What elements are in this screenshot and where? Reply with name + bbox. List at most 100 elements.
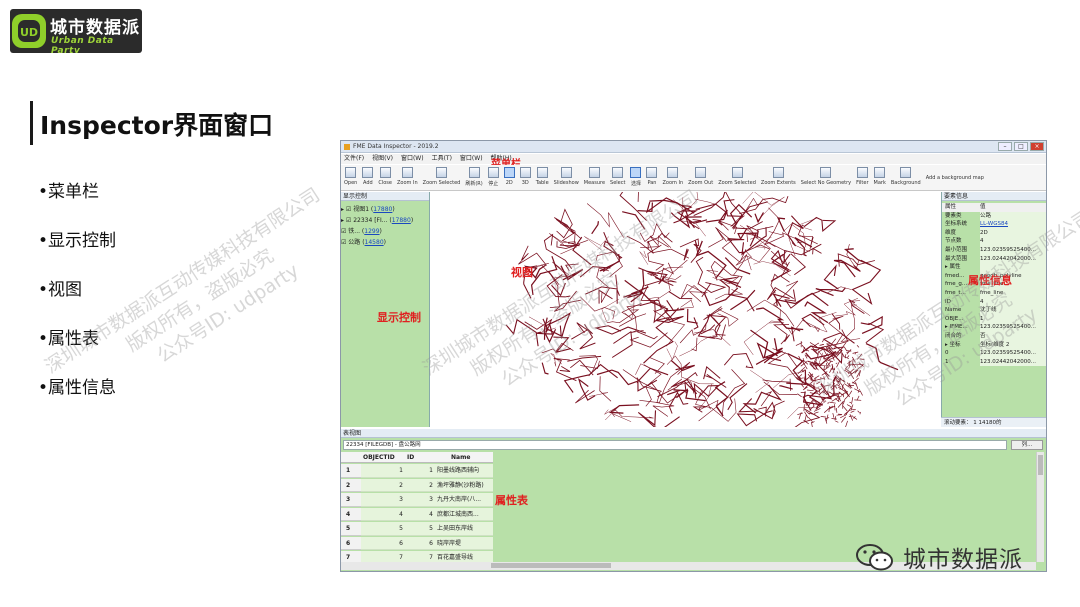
window-title: FME Data Inspector - 2019.2	[353, 143, 439, 150]
tool-select-no-geometry[interactable]: Select No Geometry	[801, 165, 851, 186]
tool-zoom-selected-2[interactable]: Zoom Selected	[718, 165, 756, 186]
col-objectid[interactable]: OBJECTID	[363, 452, 395, 463]
bullet-attr-table: •属性表	[38, 329, 100, 349]
tool-background[interactable]: Background	[891, 165, 921, 186]
tool-mark[interactable]: Mark	[874, 165, 886, 186]
table-view-title: 表视图	[341, 429, 1046, 438]
label-display-control: 显示控制	[377, 311, 421, 324]
tool-add-background-map[interactable]: Add a background map	[926, 165, 984, 181]
feature-info-row[interactable]: ID 4	[942, 297, 1046, 307]
table-row[interactable]: 1 1 1 阳墨线路西辅向	[341, 464, 493, 478]
close-button[interactable]: ×	[1030, 142, 1044, 151]
brand-logo: UD 城市数据派 Urban Data Party	[10, 9, 142, 53]
feature-info-row[interactable]: fme_t... fme_line	[942, 288, 1046, 298]
table-row[interactable]: 3 3 3 九丹大南岸(八...	[341, 493, 493, 507]
map-view[interactable]: 视图	[431, 164, 940, 433]
maximize-button[interactable]: □	[1014, 142, 1028, 151]
logo-tagline: Urban Data Party	[51, 36, 114, 53]
feature-info-row[interactable]: ▸ 坐标 坐标(维度 2	[942, 340, 1046, 350]
feature-info-row[interactable]: 维度 2D	[942, 228, 1046, 238]
tool-add[interactable]: Add	[362, 165, 374, 186]
tree-node-rail[interactable]: ☑ 铁... (1299)	[341, 226, 430, 237]
road-lines	[505, 164, 899, 433]
tool-zoom-extents[interactable]: Zoom Extents	[761, 165, 796, 186]
tool-select-cn[interactable]: 选择	[630, 165, 642, 187]
toolbar: Open Add Close Zoom In Zoom Selected 刷新(…	[341, 165, 1046, 191]
fme-inspector-window: FME Data Inspector - 2019.2 – □ × 文件(F) …	[340, 140, 1047, 572]
minimize-button[interactable]: –	[998, 142, 1012, 151]
columns-button[interactable]: 列...	[1011, 440, 1043, 450]
app-icon	[344, 144, 350, 150]
feature-scroll-status: 滚动要素： 1 14180的	[941, 417, 1046, 427]
tool-pan[interactable]: Pan	[646, 165, 658, 186]
layer-tree: ▸ ☑ 视图1 (17880) ▸ ☑ 22334 [FI... (17880)…	[341, 204, 430, 248]
tool-3d[interactable]: 3D	[519, 165, 531, 186]
tool-zoom-in[interactable]: Zoom In	[397, 165, 418, 186]
tool-slideshow[interactable]: Slideshow	[554, 165, 579, 186]
menu-view[interactable]: 视图(V)	[372, 154, 393, 164]
tool-open[interactable]: Open	[344, 165, 357, 186]
tree-node-view[interactable]: ▸ ☑ 视图1 (17880)	[341, 204, 430, 215]
feature-info-header: 属性值	[942, 203, 1046, 212]
feature-info-row[interactable]: OBJE... 1	[942, 314, 1046, 324]
feature-info-row[interactable]: 坐标系统 LL-WGS84	[942, 220, 1046, 229]
slide: UD 城市数据派 Urban Data Party Inspector界面窗口 …	[0, 0, 1080, 607]
feature-info-row[interactable]: 节点数 4	[942, 237, 1046, 246]
tool-zoom-out[interactable]: Zoom Out	[688, 165, 713, 186]
feature-info-row[interactable]: ▸ IFME... 123.02359525400...	[942, 323, 1046, 332]
feature-info-row[interactable]: 闭合的否	[942, 331, 1046, 341]
tool-zoom-selected[interactable]: Zoom Selected	[423, 165, 460, 186]
bullet-view: •视图	[38, 280, 83, 300]
col-name[interactable]: Name	[451, 452, 470, 463]
feature-info-row[interactable]: 0 123.02359525400...	[942, 349, 1046, 358]
tree-node-dataset[interactable]: ▸ ☑ 22334 [FI... (17880)	[341, 215, 430, 226]
road-network-map	[505, 164, 899, 433]
tool-filter[interactable]: Filter	[856, 165, 869, 186]
menu-bar: 文件(F) 视图(V) 窗口(W) 工具(T) 窗口(W) 帮助(H)	[341, 154, 1046, 164]
tool-zoom-in-2[interactable]: Zoom In	[662, 165, 683, 186]
dataset-select[interactable]: 22334 [FILEGDB] - 盘公路网	[343, 440, 1007, 450]
label-attr-info: 属性信息	[968, 274, 1012, 287]
menu-window-2[interactable]: 窗口(W)	[460, 154, 483, 164]
grid-vertical-scrollbar[interactable]	[1036, 452, 1044, 562]
bullet-list: •菜单栏 •显示控制 •视图 •属性表 •属性信息	[38, 178, 116, 423]
logo-name: 城市数据派	[50, 18, 140, 38]
tool-stop[interactable]: 停止	[487, 165, 499, 187]
col-id[interactable]: ID	[407, 452, 414, 463]
feature-info-panel: 要素信息 属性值 要素类 公路 坐标系统 LL-WGS84 维度 2D 节点数 4 最小范围 12…	[941, 192, 1046, 427]
tool-measure[interactable]: Measure	[584, 165, 605, 186]
wechat-icon	[856, 544, 893, 571]
bullet-menubar: •菜单栏	[38, 182, 100, 202]
tool-2d[interactable]: 2D	[503, 165, 515, 186]
slide-title: Inspector界面窗口	[40, 111, 274, 140]
table-row[interactable]: 6 6 6 晓岸岸堤	[341, 536, 493, 550]
menu-window[interactable]: 窗口(W)	[401, 154, 424, 164]
table-row[interactable]: 5 5 5 上吴田东岸线	[341, 522, 493, 536]
tool-close[interactable]: Close	[378, 165, 392, 186]
feature-info-row[interactable]: 1 123.02442042000...	[942, 357, 1046, 367]
feature-info-title: 要素信息	[942, 192, 1046, 201]
wechat-brand: 城市数据派	[855, 540, 1023, 574]
feature-info-row[interactable]: 要素类 公路	[942, 211, 1046, 221]
feature-info-row[interactable]: 最小范围 123.02359525400...	[942, 245, 1046, 255]
tool-table[interactable]: Table	[536, 165, 549, 186]
tree-node-road[interactable]: ☑ 公路 (14580)	[341, 237, 430, 248]
tool-select[interactable]: Select	[610, 165, 625, 186]
tool-refresh[interactable]: 刷新(R)	[465, 165, 483, 187]
table-row[interactable]: 4 4 4 庶都江城南西...	[341, 507, 493, 521]
wechat-brand-name: 城市数据派	[903, 547, 1023, 573]
menu-tools[interactable]: 工具(T)	[432, 154, 452, 164]
feature-info-row[interactable]: ▸ 属性	[942, 263, 1046, 272]
feature-info-row[interactable]: 最大范围 123.02442042000...	[942, 254, 1046, 264]
window-titlebar: FME Data Inspector - 2019.2 – □ ×	[341, 141, 1046, 153]
display-control-panel: 显示控制 ▸ ☑ 视图1 (17880) ▸ ☑ 22334 [FI... (1…	[341, 192, 430, 427]
menu-file[interactable]: 文件(F)	[344, 154, 364, 164]
feature-info-row[interactable]: Name 沈丁线	[942, 306, 1046, 315]
svg-text:UD: UD	[20, 26, 38, 39]
table-row[interactable]: 2 2 2 漁坪雅静(沙粉路)	[341, 478, 493, 492]
grid-header: OBJECTID ID Name	[341, 452, 493, 463]
display-control-title: 显示控制	[341, 192, 429, 201]
label-view: 视图	[511, 266, 533, 279]
label-attr-table: 属性表	[495, 494, 528, 507]
title-bar-accent	[30, 101, 33, 145]
